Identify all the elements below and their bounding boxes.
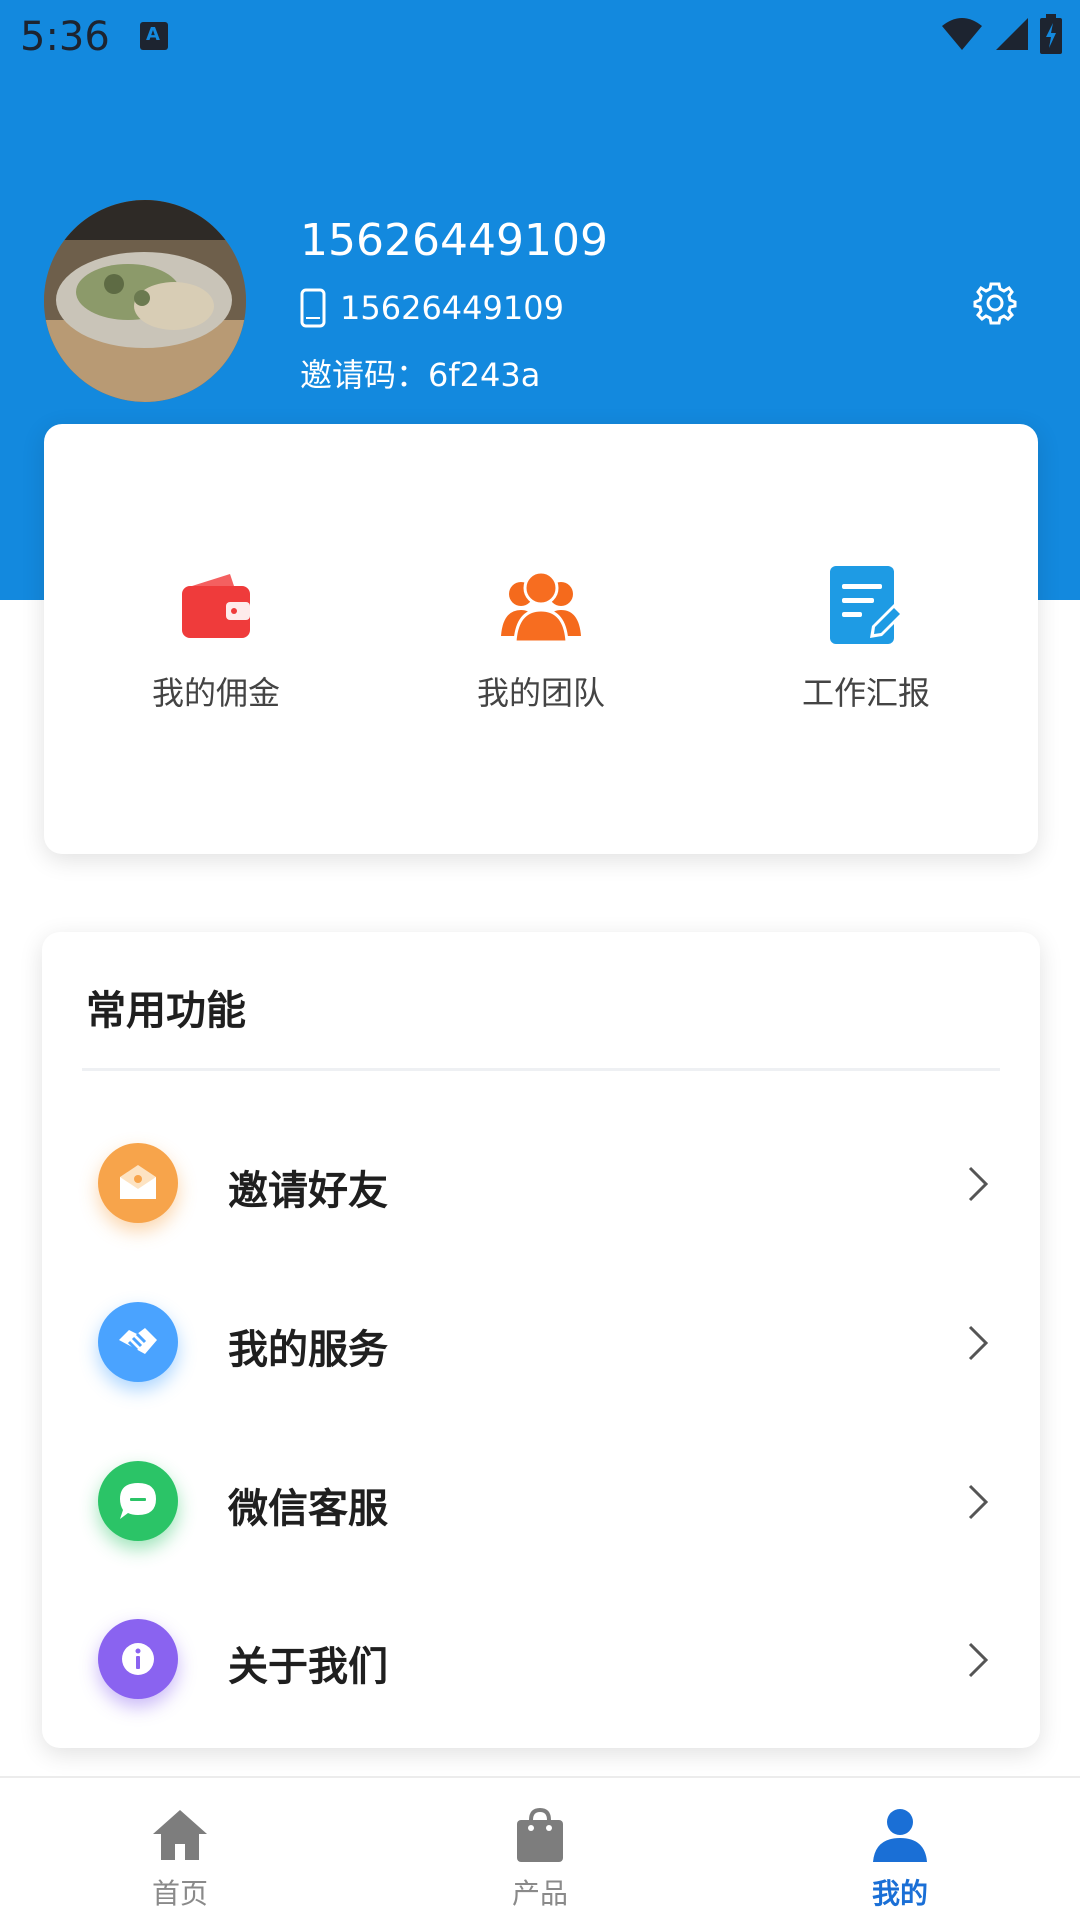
wallet-icon bbox=[182, 574, 250, 638]
home-icon bbox=[153, 1810, 207, 1860]
info-icon bbox=[98, 1619, 178, 1699]
shopping-bag-icon bbox=[517, 1807, 563, 1862]
quick-item-commission[interactable]: 我的佣金 bbox=[96, 564, 336, 714]
quick-item-label: 我的团队 bbox=[476, 674, 605, 712]
list-item-my-services[interactable]: 我的服务 bbox=[42, 1285, 1040, 1415]
list-item-invite-friends[interactable]: 邀请好友 bbox=[42, 1126, 1040, 1256]
tab-home[interactable]: 首页 bbox=[0, 1778, 360, 1920]
handshake-icon bbox=[98, 1302, 178, 1382]
wifi-icon bbox=[942, 18, 982, 50]
tab-label: 我的 bbox=[871, 1877, 928, 1910]
list-item-about-us[interactable]: 关于我们 bbox=[42, 1602, 1040, 1732]
user-icon bbox=[873, 1809, 927, 1862]
invite-code: 邀请码：6f243a bbox=[300, 356, 541, 394]
list-item-label: 邀请好友 bbox=[228, 1168, 388, 1214]
user-name: 15626449109 bbox=[300, 215, 608, 266]
user-phone: 15626449109 bbox=[340, 289, 564, 327]
quick-item-label: 工作汇报 bbox=[801, 674, 930, 712]
envelope-icon bbox=[98, 1143, 178, 1223]
divider bbox=[82, 1068, 1000, 1071]
list-item-wechat-service[interactable]: 微信客服 bbox=[42, 1444, 1040, 1574]
status-indicators bbox=[940, 14, 1062, 54]
chevron-right-icon bbox=[968, 1484, 989, 1520]
avatar[interactable] bbox=[44, 200, 246, 402]
list-item-label: 微信客服 bbox=[228, 1486, 388, 1532]
tab-mine[interactable]: 我的 bbox=[720, 1778, 1080, 1920]
bottom-tab-bar: 首页 产品 我的 bbox=[0, 1776, 1080, 1920]
mobile-phone-icon bbox=[300, 288, 326, 328]
tab-products[interactable]: 产品 bbox=[360, 1778, 720, 1920]
report-edit-icon bbox=[830, 566, 904, 644]
list-item-label: 关于我们 bbox=[228, 1644, 388, 1690]
avatar-photo bbox=[44, 200, 246, 402]
gear-icon bbox=[973, 282, 1017, 325]
tab-label: 首页 bbox=[151, 1877, 208, 1910]
team-icon bbox=[501, 570, 581, 644]
common-functions-card: 常用功能 邀请好友 我的服务 微信客服 关于我们 bbox=[42, 932, 1040, 1748]
quick-actions-card: 我的佣金 我的团队 工作汇报 bbox=[44, 424, 1038, 854]
signal-icon bbox=[996, 18, 1028, 50]
notification-icon bbox=[140, 22, 168, 50]
chat-icon bbox=[98, 1461, 178, 1541]
chevron-right-icon bbox=[968, 1325, 989, 1361]
quick-item-label: 我的佣金 bbox=[151, 674, 280, 712]
quick-item-report[interactable]: 工作汇报 bbox=[746, 564, 986, 714]
status-bar: 5:36 bbox=[0, 0, 1080, 80]
chevron-right-icon bbox=[968, 1166, 989, 1202]
quick-item-team[interactable]: 我的团队 bbox=[421, 564, 661, 714]
status-time: 5:36 bbox=[20, 14, 110, 60]
section-title: 常用功能 bbox=[86, 988, 246, 1034]
battery-icon bbox=[1040, 14, 1062, 54]
phone-row: 15626449109 bbox=[300, 288, 564, 328]
settings-button[interactable] bbox=[972, 280, 1018, 326]
chevron-right-icon bbox=[968, 1642, 989, 1678]
list-item-label: 我的服务 bbox=[228, 1327, 388, 1373]
tab-label: 产品 bbox=[511, 1877, 568, 1910]
